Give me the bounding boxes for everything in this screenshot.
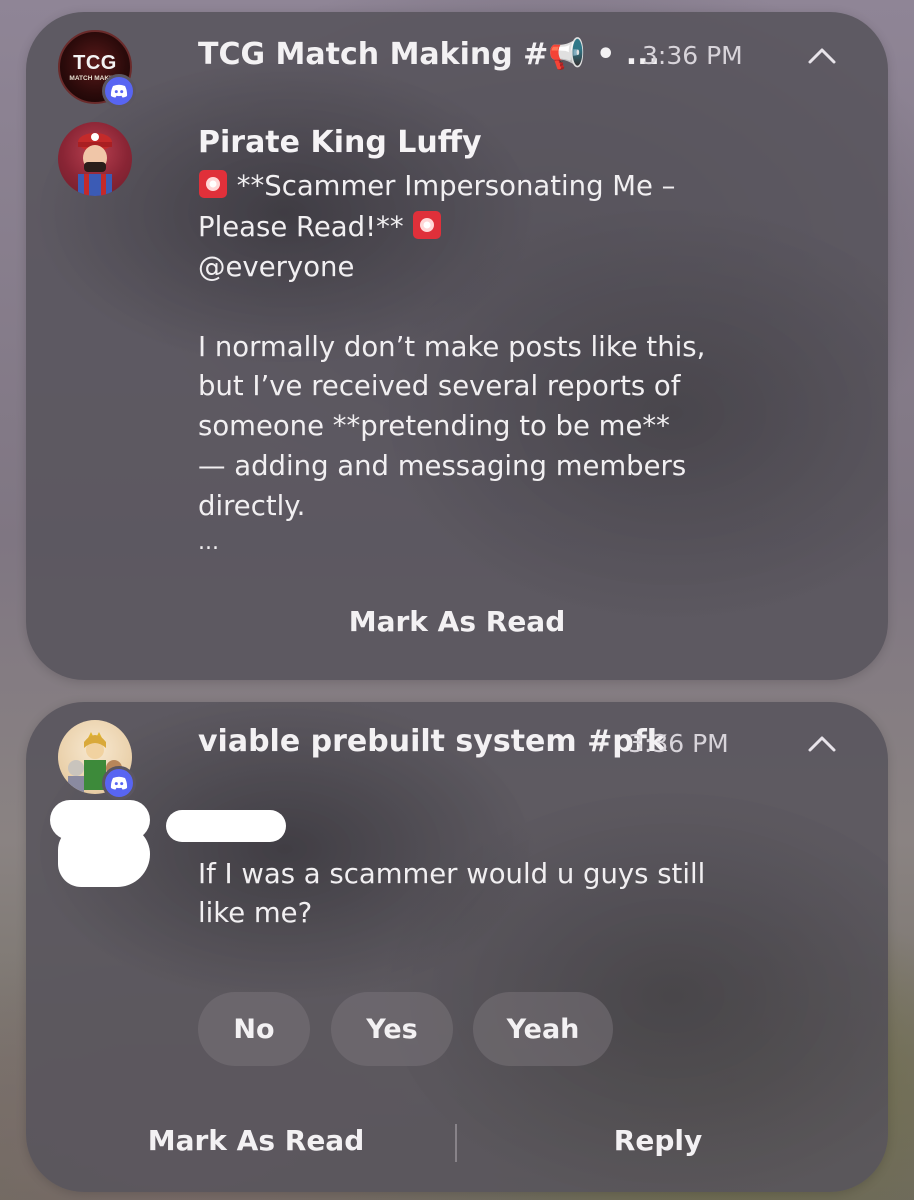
mark-as-read-button[interactable]: Mark As Read xyxy=(106,1124,406,1157)
discord-icon xyxy=(102,74,136,108)
quick-reply-yeah[interactable]: Yeah xyxy=(473,992,613,1066)
message-line: **Scammer Impersonating Me – xyxy=(198,166,675,206)
sender-name: Pirate King Luffy xyxy=(198,125,482,160)
quick-reply-no[interactable]: No xyxy=(198,992,310,1066)
notification-title: TCG Match Making #📢 • ... xyxy=(198,37,660,72)
chevron-up-icon[interactable] xyxy=(806,732,838,756)
message-line: I normally don’t make posts like this, xyxy=(198,331,706,363)
quick-reply-yes[interactable]: Yes xyxy=(331,992,453,1066)
message-line: — adding and messaging members xyxy=(198,450,687,482)
discord-icon xyxy=(102,766,136,800)
notification-card-viable-prebuilt-system[interactable] xyxy=(26,702,888,1192)
siren-icon xyxy=(199,170,227,198)
message-line: Please Read!** xyxy=(198,207,442,247)
server-avatar-text: TCG xyxy=(73,52,117,74)
reply-button[interactable]: Reply xyxy=(558,1124,758,1157)
mark-as-read-button[interactable]: Mark As Read xyxy=(307,605,607,638)
message-text: **Scammer Impersonating Me – xyxy=(236,170,676,202)
message-text: Please Read!** xyxy=(198,211,404,243)
message-line: like me? xyxy=(198,897,313,929)
redacted-sender-name xyxy=(166,810,286,842)
notification-title: viable prebuilt system #pfk xyxy=(198,724,667,759)
sender-avatar xyxy=(58,122,132,196)
redacted-avatar xyxy=(58,825,150,887)
message-line: but I’ve received several reports of xyxy=(198,370,681,402)
notification-time: 3:36 PM xyxy=(642,41,743,70)
message-line: If I was a scammer would u guys still xyxy=(198,858,706,890)
siren-icon xyxy=(413,211,442,239)
message-line: someone **pretending to be me** xyxy=(198,410,670,442)
action-divider xyxy=(455,1124,457,1162)
message-line: directly. xyxy=(198,490,306,522)
message-truncation: ... xyxy=(198,530,219,555)
message-mention: @everyone xyxy=(198,251,355,283)
chevron-up-icon[interactable] xyxy=(806,44,838,68)
notification-time: 3:36 PM xyxy=(628,729,729,758)
